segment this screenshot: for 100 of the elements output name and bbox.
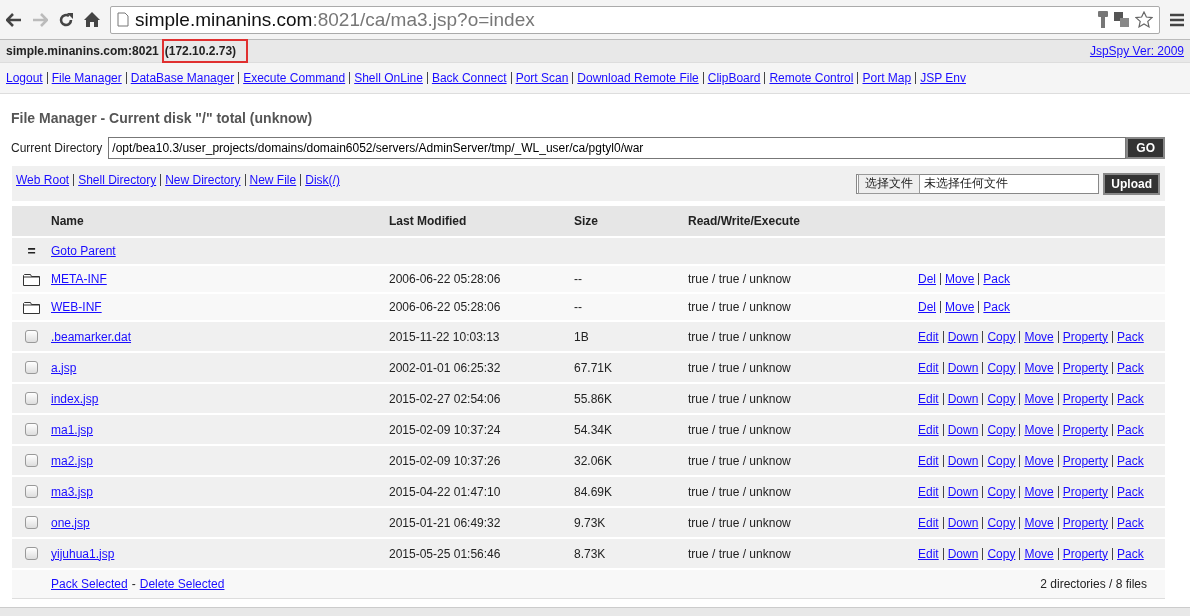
file-input[interactable]: 选择文件 未选择任何文件 xyxy=(856,173,1100,194)
action-link[interactable]: Down xyxy=(947,422,979,437)
action-link[interactable]: Move xyxy=(945,300,975,314)
version-link[interactable]: JspSpy Ver: 2009 xyxy=(1089,44,1184,58)
tool-link[interactable]: Shell Directory xyxy=(78,173,157,187)
tool-link[interactable]: New Directory xyxy=(165,173,241,187)
action-link[interactable]: Move xyxy=(1024,422,1054,437)
file-link[interactable]: ma2.jsp xyxy=(51,453,94,468)
action-link[interactable]: Move xyxy=(1024,515,1054,530)
action-link[interactable]: Down xyxy=(947,515,979,530)
action-link[interactable]: Edit xyxy=(918,484,939,499)
nav-link[interactable]: File Manager xyxy=(51,71,122,85)
row-checkbox[interactable] xyxy=(25,423,38,436)
action-link[interactable]: Pack xyxy=(1117,484,1144,499)
choose-file-button[interactable]: 选择文件 xyxy=(858,173,921,194)
action-link[interactable]: Edit xyxy=(918,391,939,406)
nav-link[interactable]: ClipBoard xyxy=(707,71,761,85)
key-icon[interactable] xyxy=(1098,11,1108,28)
parent-link[interactable]: Goto Parent xyxy=(51,244,116,258)
row-checkbox[interactable] xyxy=(25,392,38,405)
tool-link[interactable]: Web Root xyxy=(16,173,70,187)
action-link[interactable]: Del xyxy=(918,300,936,314)
action-link[interactable]: Down xyxy=(947,484,979,499)
nav-link[interactable]: Remote Control xyxy=(769,71,854,85)
action-link[interactable]: Down xyxy=(947,546,979,561)
action-link[interactable]: Down xyxy=(947,453,979,468)
selection-link[interactable]: Pack Selected xyxy=(51,577,128,591)
row-checkbox[interactable] xyxy=(25,547,38,560)
action-link[interactable]: Pack xyxy=(1117,391,1144,406)
action-link[interactable]: Down xyxy=(947,329,979,344)
action-link[interactable]: Edit xyxy=(918,546,939,561)
reload-icon[interactable] xyxy=(58,11,74,28)
action-link[interactable]: Pack xyxy=(983,272,1011,286)
action-link[interactable]: Pack xyxy=(1117,360,1144,375)
nav-link[interactable]: Logout xyxy=(6,71,43,85)
action-link[interactable]: Move xyxy=(945,272,975,286)
file-link[interactable]: ma3.jsp xyxy=(51,484,94,499)
file-link[interactable]: ma1.jsp xyxy=(51,422,94,437)
file-link[interactable]: index.jsp xyxy=(51,391,99,406)
action-link[interactable]: Property xyxy=(1062,515,1109,530)
tool-link[interactable]: New File xyxy=(249,173,297,187)
action-link[interactable]: Copy xyxy=(987,391,1016,406)
file-link[interactable]: a.jsp xyxy=(51,360,77,375)
action-link[interactable]: Pack xyxy=(1117,546,1144,561)
action-link[interactable]: Pack xyxy=(983,300,1011,314)
action-link[interactable]: Property xyxy=(1062,329,1109,344)
action-link[interactable]: Property xyxy=(1062,453,1109,468)
go-button[interactable]: GO xyxy=(1126,137,1165,159)
star-icon[interactable] xyxy=(1135,11,1153,28)
nav-link[interactable]: Shell OnLine xyxy=(354,71,423,85)
action-link[interactable]: Property xyxy=(1062,422,1109,437)
row-checkbox[interactable] xyxy=(25,454,38,467)
action-link[interactable]: Copy xyxy=(987,515,1016,530)
action-link[interactable]: Edit xyxy=(918,515,939,530)
action-link[interactable]: Property xyxy=(1062,484,1109,499)
action-link[interactable]: Copy xyxy=(987,484,1016,499)
nav-link[interactable]: Back Connect xyxy=(431,71,507,85)
nav-link[interactable]: Port Scan xyxy=(515,71,569,85)
row-checkbox[interactable] xyxy=(25,516,38,529)
back-icon[interactable] xyxy=(6,12,22,27)
action-link[interactable]: Edit xyxy=(918,329,939,344)
action-link[interactable]: Property xyxy=(1062,360,1109,375)
action-link[interactable]: Down xyxy=(947,391,979,406)
action-link[interactable]: Property xyxy=(1062,546,1109,561)
action-link[interactable]: Move xyxy=(1024,360,1054,375)
nav-link[interactable]: JSP Env xyxy=(920,71,966,85)
action-link[interactable]: Move xyxy=(1024,484,1054,499)
action-link[interactable]: Del xyxy=(918,272,936,286)
action-link[interactable]: Edit xyxy=(918,422,939,437)
action-link[interactable]: Move xyxy=(1024,329,1054,344)
upload-button[interactable]: Upload xyxy=(1103,172,1160,195)
action-link[interactable]: Copy xyxy=(987,453,1016,468)
forward-icon[interactable] xyxy=(32,12,48,27)
action-link[interactable]: Property xyxy=(1062,391,1109,406)
nav-link[interactable]: Execute Command xyxy=(243,71,346,85)
address-bar[interactable]: simple.minanins.com:8021/ca/ma3.jsp?o=index xyxy=(110,5,1160,34)
directory-field[interactable]: /opt/bea10.3/user_projects/domains/domain6052/servers/AdminServer/tmp/_WL_user/ca/pgtyl0/war xyxy=(108,137,1127,159)
nav-link[interactable]: Download Remote File xyxy=(577,71,699,85)
action-link[interactable]: Pack xyxy=(1117,515,1144,530)
row-checkbox[interactable] xyxy=(25,485,38,498)
action-link[interactable]: Down xyxy=(947,360,979,375)
action-link[interactable]: Copy xyxy=(987,546,1016,561)
selection-link[interactable]: Delete Selected xyxy=(139,577,225,591)
action-link[interactable]: Copy xyxy=(987,422,1016,437)
file-link[interactable]: META-INF xyxy=(51,272,107,286)
action-link[interactable]: Pack xyxy=(1117,422,1144,437)
action-link[interactable]: Copy xyxy=(987,329,1016,344)
action-link[interactable]: Copy xyxy=(987,360,1016,375)
file-link[interactable]: one.jsp xyxy=(51,515,90,530)
nav-link[interactable]: Port Map xyxy=(862,71,912,85)
action-link[interactable]: Edit xyxy=(918,453,939,468)
translate-icon[interactable] xyxy=(1114,12,1129,27)
home-icon[interactable] xyxy=(84,12,100,27)
action-link[interactable]: Pack xyxy=(1117,453,1144,468)
file-link[interactable]: yijuhua1.jsp xyxy=(51,546,115,561)
action-link[interactable]: Move xyxy=(1024,453,1054,468)
file-link[interactable]: WEB-INF xyxy=(51,300,102,314)
row-checkbox[interactable] xyxy=(25,330,38,343)
row-checkbox[interactable] xyxy=(25,361,38,374)
file-link[interactable]: .beamarker.dat xyxy=(51,329,132,344)
